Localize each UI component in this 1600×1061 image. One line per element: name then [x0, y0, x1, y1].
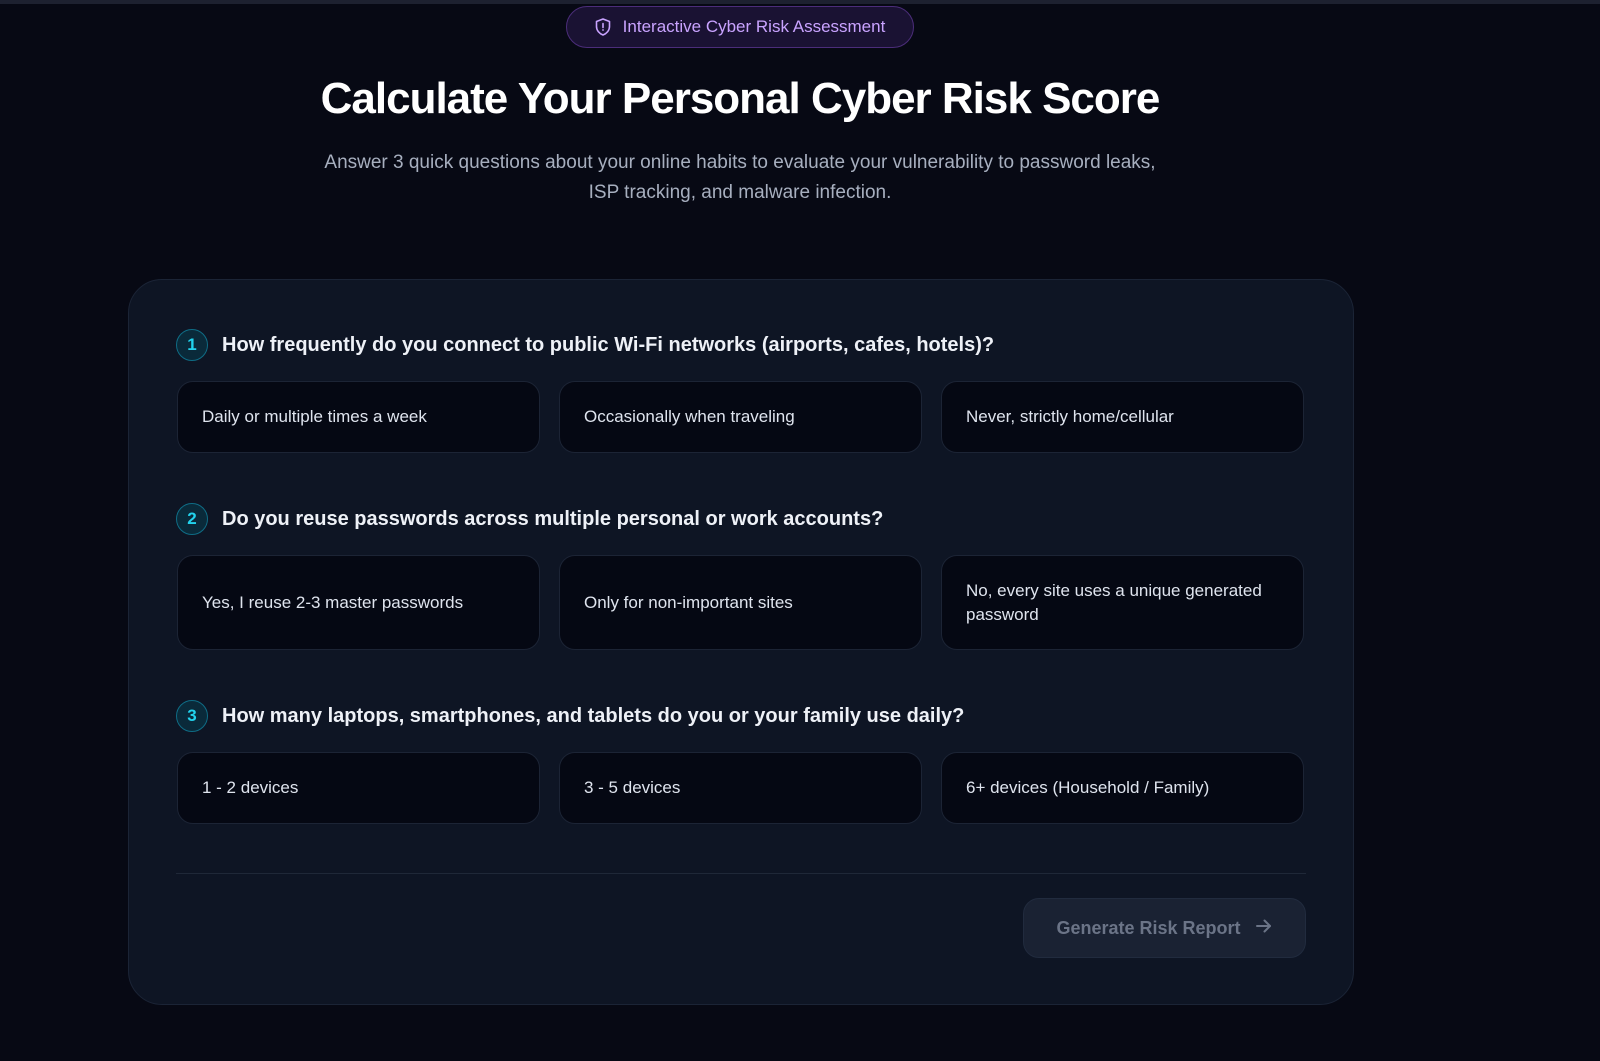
shield-icon: [595, 18, 611, 36]
generate-report-label: Generate Risk Report: [1056, 917, 1241, 938]
page-title: Calculate Your Personal Cyber Risk Score: [320, 74, 1161, 123]
card-divider: [176, 873, 1306, 874]
question-2: 2 Do you reuse passwords across multiple…: [176, 503, 883, 535]
q3-option-3-5[interactable]: 3 - 5 devices: [559, 752, 922, 824]
q1-option-never[interactable]: Never, strictly home/cellular: [941, 381, 1304, 453]
assessment-badge: Interactive Cyber Risk Assessment: [566, 6, 914, 48]
q3-option-1-2[interactable]: 1 - 2 devices: [177, 752, 540, 824]
top-border: [0, 0, 1600, 4]
badge-label: Interactive Cyber Risk Assessment: [622, 17, 886, 36]
question-text: Do you reuse passwords across multiple p…: [222, 507, 884, 530]
q3-option-6-plus[interactable]: 6+ devices (Household / Family): [941, 752, 1304, 824]
question-number-badge: 1: [176, 329, 208, 361]
page-subtitle: Answer 3 quick questions about your onli…: [324, 152, 1156, 203]
question-text: How many laptops, smartphones, and table…: [222, 704, 965, 727]
question-number-badge: 3: [176, 700, 208, 732]
question-3: 3 How many laptops, smartphones, and tab…: [176, 700, 964, 732]
q2-option-non-important[interactable]: Only for non-important sites: [559, 555, 922, 650]
page: Interactive Cyber Risk Assessment Calcul…: [0, 0, 1600, 1061]
question-1: 1 How frequently do you connect to publi…: [176, 329, 994, 361]
generate-report-button[interactable]: Generate Risk Report: [1023, 898, 1306, 958]
question-number-badge: 2: [176, 503, 208, 535]
arrow-right-icon: [1255, 918, 1273, 939]
q1-option-occasionally[interactable]: Occasionally when traveling: [559, 381, 922, 453]
q2-option-unique[interactable]: No, every site uses a unique generated p…: [941, 555, 1304, 650]
q2-option-reuse-master[interactable]: Yes, I reuse 2-3 master passwords: [177, 555, 540, 650]
question-text: How frequently do you connect to public …: [222, 333, 995, 356]
q1-option-daily[interactable]: Daily or multiple times a week: [177, 381, 540, 453]
